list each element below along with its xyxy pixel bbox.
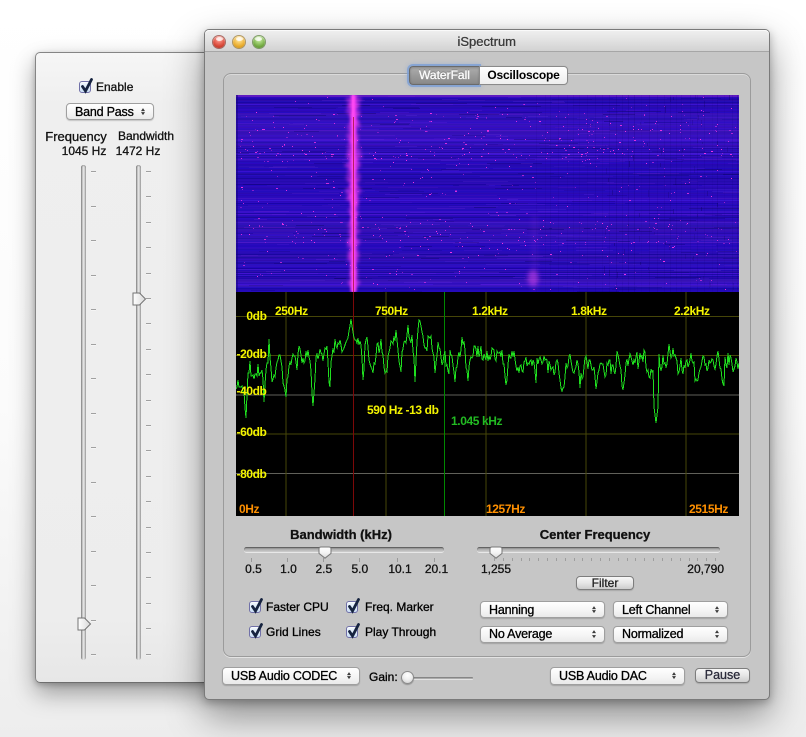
svg-text:750Hz: 750Hz xyxy=(375,304,408,318)
svg-text:250Hz: 250Hz xyxy=(275,304,308,318)
svg-text:1.8kHz: 1.8kHz xyxy=(571,304,607,318)
svg-text:1.045 kHz: 1.045 kHz xyxy=(451,414,503,428)
svg-text:-40db: -40db xyxy=(236,384,266,398)
svg-text:-60db: -60db xyxy=(236,425,266,439)
svg-text:-20db: -20db xyxy=(236,347,266,361)
svg-text:2515Hz: 2515Hz xyxy=(689,502,728,516)
svg-text:-80db: -80db xyxy=(236,467,266,481)
svg-text:0db: 0db xyxy=(246,309,266,323)
svg-text:0Hz: 0Hz xyxy=(239,502,260,516)
svg-text:2.2kHz: 2.2kHz xyxy=(674,304,710,318)
svg-text:590 Hz -13 db: 590 Hz -13 db xyxy=(367,403,439,417)
svg-text:1.2kHz: 1.2kHz xyxy=(472,304,508,318)
svg-text:1257Hz: 1257Hz xyxy=(486,502,525,516)
